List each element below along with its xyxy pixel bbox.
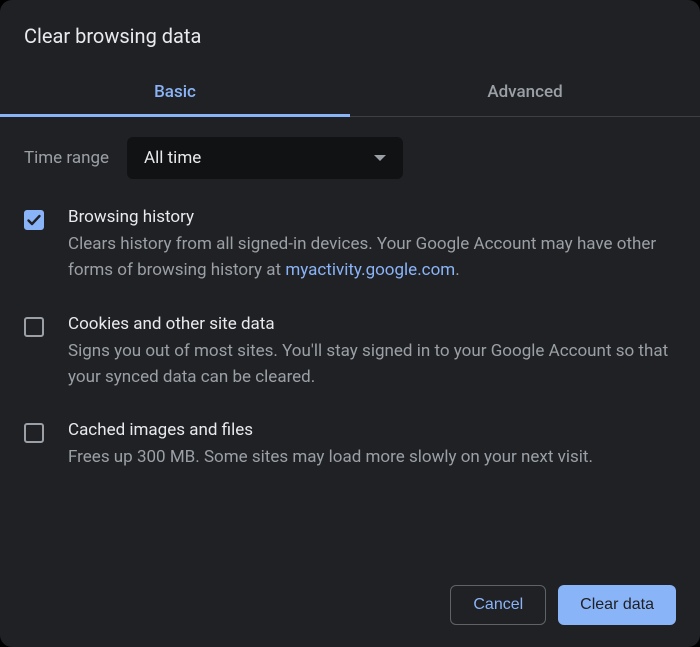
option-title: Cookies and other site data — [68, 314, 676, 334]
option-text: Cookies and other site data Signs you ou… — [68, 314, 676, 391]
tab-bar: Basic Advanced — [0, 68, 700, 117]
time-range-select[interactable]: All time — [127, 137, 403, 179]
chevron-down-icon — [374, 155, 386, 161]
dialog-body: Time range All time Browsing history Cle… — [0, 117, 700, 567]
option-desc: Signs you out of most sites. You'll stay… — [68, 338, 676, 391]
time-range-label: Time range — [24, 148, 109, 168]
clear-browsing-data-dialog: Clear browsing data Basic Advanced Time … — [0, 0, 700, 647]
checkbox-cookies[interactable] — [24, 317, 44, 337]
option-title: Cached images and files — [68, 420, 676, 440]
cancel-button[interactable]: Cancel — [450, 585, 546, 625]
time-range-row: Time range All time — [24, 137, 676, 179]
option-browsing-history: Browsing history Clears history from all… — [24, 207, 676, 284]
checkbox-browsing-history[interactable] — [24, 210, 44, 230]
tab-advanced[interactable]: Advanced — [350, 68, 700, 116]
option-cache: Cached images and files Frees up 300 MB.… — [24, 420, 676, 470]
option-title: Browsing history — [68, 207, 676, 227]
dialog-footer: Cancel Clear data — [0, 567, 700, 647]
tab-basic[interactable]: Basic — [0, 68, 350, 116]
dialog-title: Clear browsing data — [0, 0, 700, 68]
tab-advanced-label: Advanced — [487, 82, 562, 102]
checkmark-icon — [25, 211, 43, 229]
option-desc-post: . — [455, 260, 459, 280]
option-text: Browsing history Clears history from all… — [68, 207, 676, 284]
option-cookies: Cookies and other site data Signs you ou… — [24, 314, 676, 391]
checkbox-cache[interactable] — [24, 423, 44, 443]
time-range-value: All time — [144, 148, 201, 168]
option-desc: Frees up 300 MB. Some sites may load mor… — [68, 444, 676, 470]
option-text: Cached images and files Frees up 300 MB.… — [68, 420, 676, 470]
option-desc: Clears history from all signed-in device… — [68, 231, 676, 284]
tab-basic-label: Basic — [154, 82, 196, 102]
clear-data-button[interactable]: Clear data — [558, 585, 676, 625]
myactivity-link[interactable]: myactivity.google.com — [285, 260, 455, 280]
